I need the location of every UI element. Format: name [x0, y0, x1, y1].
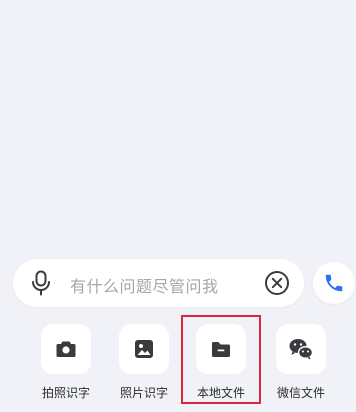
highlight-box: [181, 315, 261, 404]
chat-input-bar[interactable]: 有什么问题尽管问我: [13, 259, 304, 307]
tool-wechat-file-label: 微信文件: [276, 386, 325, 400]
tool-photo-ocr-tile[interactable]: [41, 324, 91, 374]
phone-icon: [325, 274, 343, 292]
clear-icon: [265, 271, 289, 295]
tool-photo-ocr[interactable]: 拍照识字: [30, 324, 102, 401]
tool-wechat-file[interactable]: 微信文件: [265, 324, 337, 401]
tool-image-ocr[interactable]: 照片识字: [108, 324, 180, 401]
clear-input-button[interactable]: [264, 270, 290, 296]
tool-image-ocr-label: 照片识字: [119, 386, 168, 400]
image-icon: [135, 340, 153, 358]
voice-call-button[interactable]: [313, 262, 355, 304]
tool-photo-ocr-label: 拍照识字: [41, 386, 90, 400]
tool-wechat-file-tile[interactable]: [276, 324, 326, 374]
camera-icon: [56, 341, 76, 357]
tool-image-ocr-tile[interactable]: [119, 324, 169, 374]
wechat-icon: [289, 339, 314, 360]
chat-input-placeholder[interactable]: 有什么问题尽管问我: [70, 273, 219, 297]
microphone-icon[interactable]: [29, 270, 53, 296]
